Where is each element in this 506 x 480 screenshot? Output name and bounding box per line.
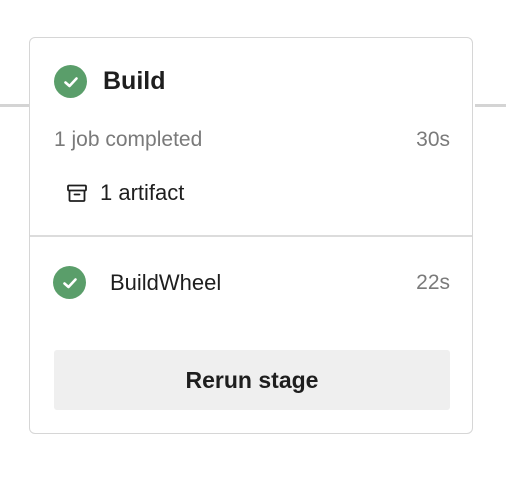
archive-icon [67, 184, 87, 202]
stage-duration: 30s [416, 128, 450, 151]
check-circle-icon [53, 266, 86, 299]
rerun-stage-button[interactable]: Rerun stage [54, 350, 450, 410]
pipeline-connector-right [475, 104, 506, 107]
stage-summary-row: 1 job completed 30s [54, 128, 450, 152]
job-row[interactable]: BuildWheel 22s [53, 266, 450, 299]
job-left: BuildWheel [53, 266, 221, 299]
stage-summary: 1 job completed [54, 128, 203, 151]
artifact-label: 1 artifact [100, 180, 185, 205]
stage-header: Build [54, 65, 166, 98]
stage-title: Build [103, 67, 166, 95]
job-duration: 22s [416, 270, 450, 294]
artifact-link[interactable]: 1 artifact [66, 180, 184, 206]
check-circle-icon [54, 65, 87, 98]
stage-card: Build 1 job completed 30s 1 artifact Bui… [29, 37, 473, 434]
job-name: BuildWheel [110, 269, 222, 295]
pipeline-connector-left [0, 104, 30, 107]
divider [30, 235, 472, 237]
